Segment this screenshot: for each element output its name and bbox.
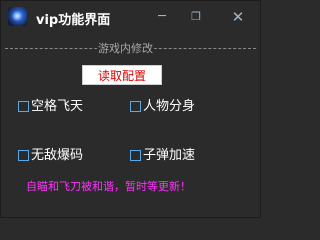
checkbox-label: 无敌爆码 (31, 148, 84, 163)
checkbox-label: 人物分身 (143, 99, 196, 114)
read-config-button[interactable]: 读取配置 (82, 65, 162, 85)
checkbox-box[interactable] (130, 150, 141, 161)
checkbox-invincible[interactable]: 无敌爆码 (18, 147, 108, 165)
checkbox-box[interactable] (130, 101, 141, 112)
checkbox-box[interactable] (18, 150, 29, 161)
window-title: vip功能界面 (36, 13, 111, 28)
maximize-button[interactable]: ❐ (183, 7, 209, 27)
checkbox-bullet-speed[interactable]: 子弹加速 (130, 147, 220, 165)
checkbox-box[interactable] (18, 101, 29, 112)
close-button[interactable]: ✕ (225, 7, 251, 27)
notice-text: 自瞄和飞刀被和谐，暂时等更新！ (26, 180, 191, 193)
app-logo-icon (8, 7, 27, 26)
title-bar[interactable]: vip功能界面 ─ ❐ ✕ (1, 1, 260, 33)
checkbox-space-fly[interactable]: 空格飞天 (18, 98, 108, 116)
checkbox-character-clone[interactable]: 人物分身 (130, 98, 220, 116)
checkbox-label: 子弹加速 (143, 148, 196, 163)
checkbox-label: 空格飞天 (31, 99, 84, 114)
app-window: vip功能界面 ─ ❐ ✕ 游戏内修改 读取配置 空格飞天 人物分身 无敌爆码 … (0, 0, 261, 218)
minimize-button[interactable]: ─ (149, 7, 175, 27)
group-label: 游戏内修改 (97, 40, 154, 56)
